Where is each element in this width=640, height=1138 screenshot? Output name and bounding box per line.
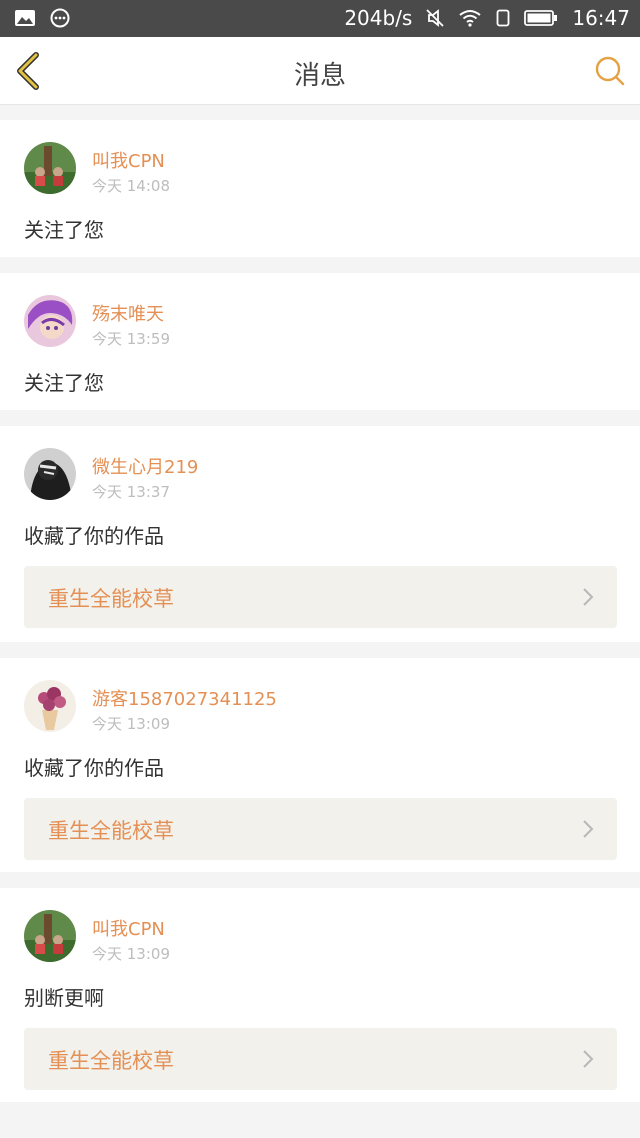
app-header: 消息: [0, 37, 640, 105]
timestamp: 今天 13:09: [92, 715, 170, 733]
status-time: 16:47: [572, 6, 630, 30]
work-title: 重生全能校草: [48, 587, 174, 611]
avatar[interactable]: [24, 295, 76, 347]
message-text: 关注了您: [24, 371, 104, 395]
chevron-right-icon: [583, 1050, 594, 1068]
timestamp: 今天 13:37: [92, 483, 170, 501]
mute-icon: [426, 9, 444, 27]
wifi-icon: [459, 10, 481, 27]
page-title: 消息: [293, 61, 346, 91]
message-text: 收藏了你的作品: [24, 756, 164, 780]
avatar[interactable]: [24, 680, 76, 732]
username[interactable]: 叫我CPN: [92, 915, 165, 941]
image-icon: [15, 10, 35, 26]
chat-bubble-icon: [50, 8, 70, 28]
message-card[interactable]: 游客1587027341125 今天 13:09 收藏了你的作品 重生全能校草: [0, 658, 640, 872]
sim-icon: [496, 9, 510, 27]
avatar[interactable]: [24, 142, 76, 194]
message-text: 关注了您: [24, 218, 104, 242]
status-bar: 204b/s 16:47: [0, 0, 640, 37]
message-card[interactable]: 微生心月219 今天 13:37 收藏了你的作品 重生全能校草: [0, 426, 640, 642]
work-link[interactable]: 重生全能校草: [24, 798, 617, 860]
message-card[interactable]: 殇末唯天 今天 13:59 关注了您: [0, 273, 640, 410]
username[interactable]: 叫我CPN: [92, 147, 165, 173]
avatar[interactable]: [24, 448, 76, 500]
status-right: 204b/s 16:47: [344, 6, 630, 30]
username[interactable]: 微生心月219: [92, 453, 198, 479]
timestamp: 今天 13:59: [92, 330, 170, 348]
network-speed: 204b/s: [344, 6, 413, 30]
chevron-right-icon: [583, 820, 594, 838]
username[interactable]: 游客1587027341125: [92, 685, 277, 711]
battery-icon: [524, 10, 558, 26]
work-title: 重生全能校草: [48, 819, 174, 843]
message-text: 别断更啊: [24, 986, 104, 1010]
chevron-right-icon: [583, 588, 594, 606]
work-title: 重生全能校草: [48, 1049, 174, 1073]
username[interactable]: 殇末唯天: [92, 300, 164, 326]
status-left-icons: [14, 8, 70, 28]
search-icon[interactable]: [594, 55, 626, 87]
message-text: 收藏了你的作品: [24, 524, 164, 548]
timestamp: 今天 13:09: [92, 945, 170, 963]
avatar[interactable]: [24, 910, 76, 962]
work-link[interactable]: 重生全能校草: [24, 566, 617, 628]
message-card[interactable]: 叫我CPN 今天 13:09 别断更啊 重生全能校草: [0, 888, 640, 1102]
message-list: 叫我CPN 今天 14:08 关注了您 殇末唯天 今天 13:59 关注了您 微…: [0, 120, 640, 1118]
timestamp: 今天 14:08: [92, 177, 170, 195]
message-card[interactable]: 叫我CPN 今天 14:08 关注了您: [0, 120, 640, 257]
work-link[interactable]: 重生全能校草: [24, 1028, 617, 1090]
